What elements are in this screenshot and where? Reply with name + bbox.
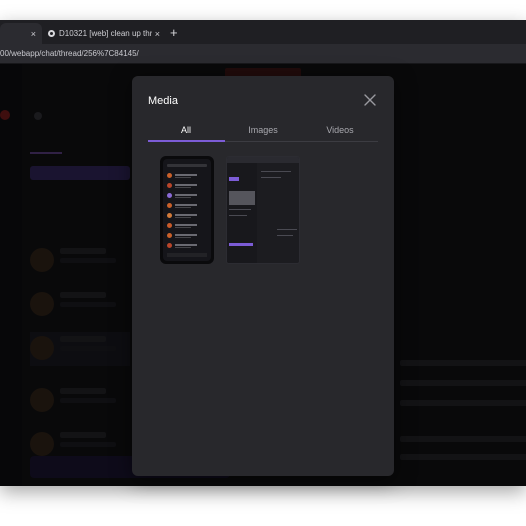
- browser-tab-label: D10321 [web] clean up thr: [59, 29, 153, 38]
- modal-title: Media: [148, 95, 178, 107]
- browser-tab[interactable]: D10321 [web] clean up thr ×: [42, 23, 166, 44]
- phone-screen-preview: [163, 159, 211, 261]
- browser-tab-active[interactable]: ×: [0, 23, 42, 44]
- address-bar-url: 00/webapp/chat/thread/256%7C84145/: [0, 49, 139, 58]
- github-favicon-icon: [48, 30, 55, 37]
- address-bar[interactable]: 00/webapp/chat/thread/256%7C84145/: [0, 44, 526, 64]
- media-thumbnail-phone-screenshot[interactable]: [160, 156, 214, 264]
- tab-videos[interactable]: Videos: [302, 125, 378, 135]
- browser-tab-bar: × D10321 [web] clean up thr × +: [0, 20, 526, 44]
- media-thumbnail-desktop-screenshot[interactable]: [226, 156, 300, 264]
- tab-all[interactable]: All: [148, 125, 224, 135]
- close-icon[interactable]: [362, 92, 378, 108]
- new-tab-icon[interactable]: +: [170, 26, 178, 39]
- media-modal: Media All Images Videos: [132, 76, 394, 476]
- media-tabs: All Images Videos: [148, 120, 378, 142]
- tab-close-icon[interactable]: ×: [155, 29, 160, 39]
- active-tab-indicator: [148, 140, 225, 142]
- tab-close-icon[interactable]: ×: [31, 29, 36, 39]
- tab-images[interactable]: Images: [225, 125, 301, 135]
